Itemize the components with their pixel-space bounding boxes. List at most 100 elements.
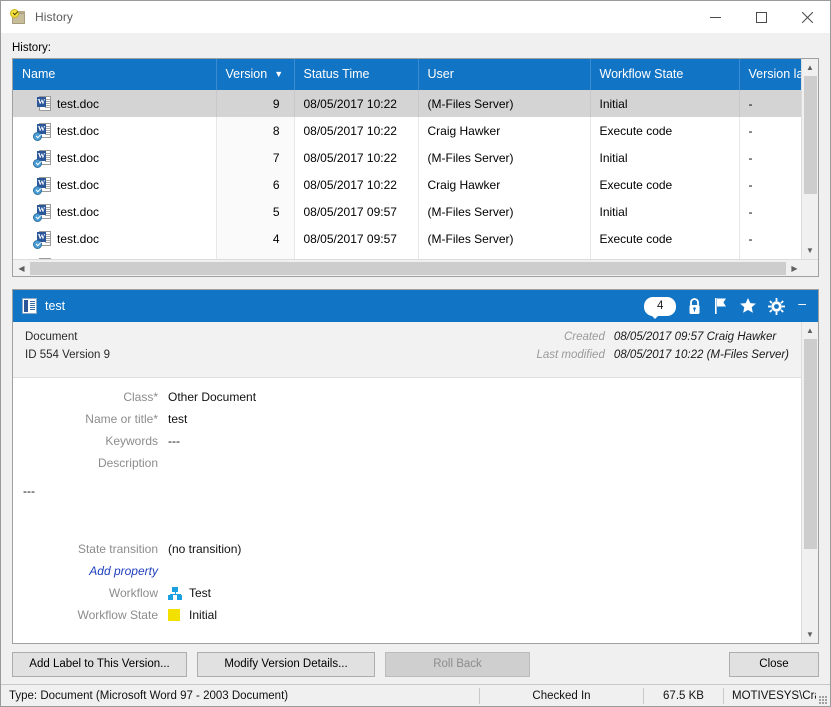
property-row-name-or-title[interactable]: Name or title* test [13, 412, 801, 426]
cell-version-label: - [739, 117, 801, 144]
scroll-track[interactable] [802, 339, 819, 626]
column-header-version-label[interactable]: Version label [739, 59, 801, 90]
resize-grip-icon[interactable] [816, 685, 830, 707]
modify-version-details-button[interactable]: Modify Version Details... [197, 652, 375, 677]
cell-status-time: 08/05/2017 09:57 [294, 252, 418, 259]
checked-in-badge-icon [33, 132, 42, 141]
property-label: Workflow State [13, 608, 168, 622]
word-document-icon: W [36, 204, 51, 220]
favorite-star-icon[interactable] [739, 297, 757, 315]
list-vertical-scrollbar[interactable]: ▲ ▼ [801, 59, 818, 259]
flag-icon[interactable] [713, 297, 728, 315]
property-value-state-transition[interactable]: (no transition) [168, 542, 241, 556]
cell-workflow-state: Initial [590, 144, 739, 171]
property-value-workflow[interactable]: Test [168, 586, 211, 600]
property-value-class[interactable]: Other Document [168, 390, 256, 404]
maximize-icon[interactable] [738, 1, 784, 33]
property-row-state-transition[interactable]: State transition (no transition) [13, 542, 801, 556]
scroll-left-icon[interactable]: ◀ [13, 260, 30, 277]
property-row-workflow[interactable]: Workflow Test [13, 586, 801, 600]
property-row-description[interactable]: Description [13, 456, 801, 470]
close-icon[interactable] [784, 1, 830, 33]
word-document-icon: W [36, 177, 51, 193]
cell-status-time: 08/05/2017 09:57 [294, 198, 418, 225]
minimize-icon[interactable] [692, 1, 738, 33]
cell-user: Craig Hawker [418, 171, 590, 198]
list-horizontal-scrollbar[interactable]: ◀ ▶ [13, 259, 818, 276]
table-row[interactable]: Wtest.doc708/05/2017 10:22(M-Files Serve… [13, 144, 801, 171]
settings-gear-icon[interactable] [768, 298, 785, 315]
scroll-right-icon[interactable]: ▶ [786, 260, 803, 277]
scroll-down-icon[interactable]: ▼ [802, 242, 819, 259]
workflow-icon [168, 587, 182, 600]
scroll-thumb[interactable] [804, 339, 817, 549]
history-list-view[interactable]: Name Version▼ Status Time User Workflow … [12, 58, 819, 277]
table-row[interactable]: Wtest.doc908/05/2017 10:22(M-Files Serve… [13, 90, 801, 117]
cell-version: 6 [216, 171, 294, 198]
cell-status-time: 08/05/2017 10:22 [294, 144, 418, 171]
object-type: Document [25, 329, 110, 347]
scroll-up-icon[interactable]: ▲ [802, 322, 819, 339]
add-label-button[interactable]: Add Label to This Version... [12, 652, 187, 677]
cell-workflow-state: Execute code [590, 117, 739, 144]
cell-status-time: 08/05/2017 09:57 [294, 225, 418, 252]
status-bar: Type: Document (Microsoft Word 97 - 2003… [1, 684, 830, 706]
description-text[interactable]: --- [13, 484, 801, 498]
file-name: test.doc [57, 178, 99, 192]
property-value-name-or-title[interactable]: test [168, 412, 187, 426]
created-label: Created [536, 329, 604, 347]
scroll-down-icon[interactable]: ▼ [802, 626, 819, 643]
column-header-status-time[interactable]: Status Time [294, 59, 418, 90]
status-size: 67.5 KB [644, 685, 723, 707]
table-row[interactable]: Wtest.doc808/05/2017 10:22Craig HawkerEx… [13, 117, 801, 144]
collapse-icon[interactable]: – [796, 296, 808, 316]
property-row-workflow-state[interactable]: Workflow State Initial [13, 608, 801, 622]
checked-in-badge-icon [33, 159, 42, 168]
status-user: MOTIVESYS\Craig.Haw [724, 685, 816, 707]
property-label: State transition [13, 542, 168, 556]
column-header-workflow-state[interactable]: Workflow State [590, 59, 739, 90]
property-value-workflow-state[interactable]: Initial [168, 608, 217, 622]
hscroll-thumb[interactable] [30, 262, 786, 275]
metadata-vertical-scrollbar[interactable]: ▲ ▼ [801, 322, 818, 643]
cell-workflow-state: Execute code [590, 225, 739, 252]
table-row[interactable]: Wtest.doc508/05/2017 09:57(M-Files Serve… [13, 198, 801, 225]
history-table-body: Wtest.doc908/05/2017 10:22(M-Files Serve… [13, 90, 801, 259]
cell-status-time: 08/05/2017 10:22 [294, 117, 418, 144]
add-property-row[interactable]: Add property [13, 564, 801, 578]
add-property-link[interactable]: Add property [13, 564, 168, 578]
comments-icon[interactable]: 4 [644, 297, 676, 316]
scroll-thumb[interactable] [804, 76, 817, 194]
permissions-lock-icon[interactable] [687, 297, 702, 315]
scroll-up-icon[interactable]: ▲ [802, 59, 819, 76]
cell-status-time: 08/05/2017 10:22 [294, 90, 418, 117]
file-name: test.doc [57, 151, 99, 165]
column-header-user[interactable]: User [418, 59, 590, 90]
history-label: History: [12, 42, 830, 54]
window-controls [692, 1, 830, 33]
property-row-keywords[interactable]: Keywords --- [13, 434, 801, 448]
scroll-track[interactable] [802, 76, 819, 242]
cell-workflow-state: Initial [590, 252, 739, 259]
cell-name: Wtest.doc [13, 252, 216, 259]
table-row[interactable]: Wtest.doc408/05/2017 09:57(M-Files Serve… [13, 225, 801, 252]
column-header-version[interactable]: Version▼ [216, 59, 294, 90]
cell-user: (M-Files Server) [418, 90, 590, 117]
cell-status-time: 08/05/2017 10:22 [294, 171, 418, 198]
cell-user: Craig Hawker [418, 117, 590, 144]
cell-name: Wtest.doc [13, 171, 216, 198]
cell-version: 4 [216, 225, 294, 252]
dialog-content: History: Name Version▼ Status [1, 33, 830, 684]
close-button[interactable]: Close [729, 652, 819, 677]
cell-user: (M-Files Server) [418, 225, 590, 252]
history-document-icon [10, 9, 27, 26]
property-row-class[interactable]: Class* Other Document [13, 390, 801, 404]
table-row[interactable]: Wtest.doc308/05/2017 09:57(M-Files Serve… [13, 252, 801, 259]
table-row[interactable]: Wtest.doc608/05/2017 10:22Craig HawkerEx… [13, 171, 801, 198]
column-header-name[interactable]: Name [13, 59, 216, 90]
cell-workflow-state: Execute code [590, 171, 739, 198]
checked-in-badge-icon [33, 186, 42, 195]
property-label: Keywords [13, 434, 168, 448]
property-value-keywords[interactable]: --- [168, 434, 180, 448]
property-label: Workflow [13, 586, 168, 600]
